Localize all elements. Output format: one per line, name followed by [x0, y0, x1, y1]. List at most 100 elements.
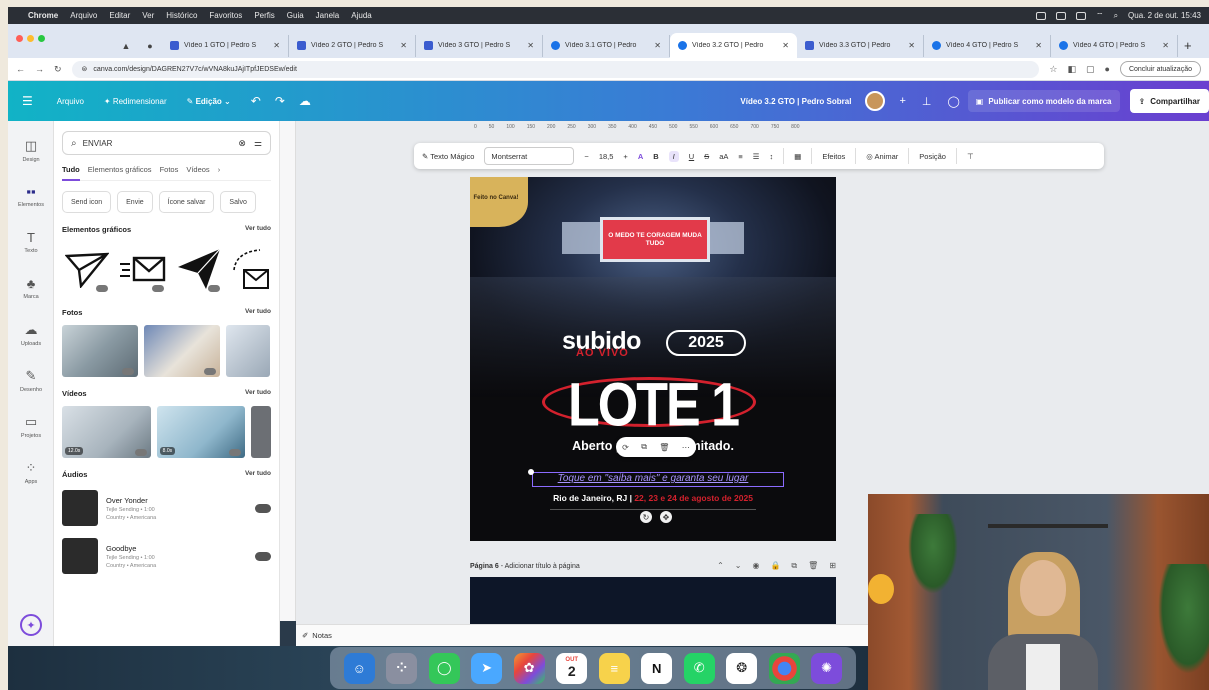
publish-template-button[interactable]: ▣ Publicar como modelo da marca: [967, 90, 1120, 112]
rotate-icon[interactable]: ↻: [640, 511, 652, 523]
location-dates-text[interactable]: Rio de Janeiro, RJ | 22, 23 e 24 de agos…: [470, 493, 836, 503]
finish-update-button[interactable]: Concluir atualização: [1119, 61, 1201, 77]
duplicate-page-icon[interactable]: ⧉: [791, 561, 797, 571]
paper-plane-outline-icon[interactable]: [62, 244, 112, 294]
cta-text[interactable]: Toque em "saiba mais" e garanta seu luga…: [470, 473, 836, 484]
menu-history[interactable]: Histórico: [166, 11, 197, 20]
analytics-icon[interactable]: ⊥: [922, 95, 932, 108]
launchpad-icon[interactable]: ⁘: [386, 652, 418, 684]
animate-button[interactable]: ◎ Animar: [866, 152, 898, 161]
suggestion-chip[interactable]: Ícone salvar: [158, 191, 215, 213]
cloud-saved-icon[interactable]: ☁: [299, 94, 311, 108]
browser-tab[interactable]: Vídeo 3.1 GTO | Pedro ✕: [543, 34, 670, 57]
duplicate-icon[interactable]: ⧉: [641, 442, 647, 452]
close-window-icon[interactable]: [16, 35, 23, 42]
rail-item-design[interactable]: ◫ Design: [8, 127, 54, 173]
filter-icon[interactable]: ⚌: [254, 138, 262, 149]
photos-icon[interactable]: ✿: [513, 652, 545, 684]
year-pill[interactable]: 2025: [666, 330, 746, 356]
forward-icon[interactable]: →: [35, 64, 44, 74]
finder-icon[interactable]: ☺: [343, 652, 375, 684]
align-icon[interactable]: ≡: [738, 152, 742, 161]
photo-thumbnail[interactable]: [144, 325, 220, 377]
chevron-up-icon[interactable]: ⌃: [717, 561, 724, 571]
bookmark-star-icon[interactable]: ☆: [1049, 64, 1057, 75]
italic-icon[interactable]: I: [668, 150, 679, 162]
menu-view[interactable]: Ver: [142, 11, 154, 20]
menu-profiles[interactable]: Perfis: [254, 11, 274, 20]
wifi-icon[interactable]: ⌔: [1096, 11, 1104, 21]
add-collaborator-icon[interactable]: +: [899, 95, 905, 107]
text-color-icon[interactable]: A: [638, 152, 643, 161]
suggestion-chip[interactable]: Envie: [117, 191, 153, 213]
see-all-link[interactable]: Ver tudo: [245, 470, 271, 479]
effects-button[interactable]: Efeitos: [822, 152, 845, 161]
design-page-6[interactable]: [470, 577, 836, 624]
reload-icon[interactable]: ↻: [54, 64, 62, 75]
tab-graphics[interactable]: Elementos gráficos: [88, 165, 152, 174]
browser-tab[interactable]: Vídeo 4 GTO | Pedro S ✕: [924, 34, 1051, 57]
add-page-icon[interactable]: ⊞: [829, 561, 836, 571]
see-all-link[interactable]: Ver tudo: [245, 225, 271, 234]
new-tab-icon[interactable]: +: [1184, 38, 1192, 53]
back-icon[interactable]: ←: [16, 64, 25, 74]
notes-app-icon[interactable]: ≡: [598, 652, 630, 684]
browser-tab[interactable]: Vídeo 1 GTO | Pedro S ✕: [162, 34, 289, 57]
decrease-size-icon[interactable]: −: [584, 152, 588, 161]
notion-icon[interactable]: N: [641, 652, 673, 684]
minimize-window-icon[interactable]: [27, 35, 34, 42]
case-icon[interactable]: aA: [719, 152, 728, 161]
calendar-icon[interactable]: OUT 2: [556, 652, 588, 684]
rail-item-projects[interactable]: ▭ Projetos: [8, 403, 54, 449]
more-icon[interactable]: ⋯: [682, 443, 690, 452]
suggestion-chip[interactable]: Send icon: [62, 191, 112, 213]
menu-tab[interactable]: Guia: [287, 11, 304, 20]
list-icon[interactable]: ☰: [753, 152, 760, 161]
maximize-window-icon[interactable]: [38, 35, 45, 42]
delete-page-icon[interactable]: 🗑: [808, 561, 818, 571]
underline-icon[interactable]: U: [689, 152, 694, 161]
brand-subtitle[interactable]: AO VIVO: [576, 347, 629, 359]
tab-all[interactable]: Tudo: [62, 165, 80, 181]
browser-tab[interactable]: Vídeo 4 GTO | Pedro S ✕: [1051, 34, 1178, 57]
browser-tab-active[interactable]: Vídeo 3.2 GTO | Pedro ✕: [670, 33, 797, 58]
whatsapp-icon[interactable]: ✆: [683, 652, 715, 684]
battery-icon[interactable]: [1076, 11, 1087, 20]
rail-item-elements[interactable]: ▪▪ Elementos: [8, 173, 54, 219]
notes-icon[interactable]: ✐: [302, 631, 308, 640]
rail-item-uploads[interactable]: ☁ Uploads: [8, 311, 54, 357]
share-button[interactable]: ⇪ Compartilhar: [1129, 89, 1209, 113]
comment-icon[interactable]: ◯: [947, 95, 959, 108]
clear-search-icon[interactable]: ⊗: [238, 138, 246, 149]
close-tab-icon[interactable]: ✕: [273, 41, 280, 50]
menu-edit[interactable]: Editar: [109, 11, 130, 20]
file-menu[interactable]: Arquivo: [57, 97, 84, 106]
lote-heading[interactable]: LOTE 1: [470, 370, 836, 441]
browser-tab[interactable]: Vídeo 2 GTO | Pedro S ✕: [289, 34, 416, 57]
redo-icon[interactable]: ↷: [275, 94, 285, 108]
chevron-right-icon[interactable]: ›: [218, 165, 221, 174]
menu-window[interactable]: Janela: [316, 11, 340, 20]
font-select[interactable]: Montserrat: [484, 147, 575, 165]
paper-plane-solid-icon[interactable]: [174, 244, 224, 294]
rail-item-brand[interactable]: ♣ Marca: [8, 265, 54, 311]
video-thumbnail[interactable]: [251, 406, 272, 458]
video-thumbnail[interactable]: 12.0s: [62, 406, 151, 458]
rail-item-apps[interactable]: ⁘ Apps: [8, 449, 54, 495]
eye-icon[interactable]: ◉: [752, 561, 759, 571]
reading-icon[interactable]: ▢: [1086, 64, 1095, 75]
close-tab-icon[interactable]: ✕: [1035, 41, 1042, 50]
menu-bookmarks[interactable]: Favoritos: [209, 11, 242, 20]
menu-icon[interactable]: ☰: [22, 94, 33, 108]
pinned-tab[interactable]: ●: [138, 35, 162, 57]
url-field[interactable]: ⊜ canva.com/design/DAGREN27V7c/wVNA8kuJA…: [71, 60, 1040, 78]
chrome-icon[interactable]: [768, 652, 800, 684]
menu-file[interactable]: Arquivo: [70, 11, 97, 20]
clock[interactable]: Qua. 2 de out. 15:43: [1128, 11, 1201, 20]
messages-icon[interactable]: ◯: [428, 652, 460, 684]
canva-icon[interactable]: ✺: [811, 652, 843, 684]
photo-thumbnail[interactable]: [62, 325, 138, 377]
magic-assistant-button[interactable]: ✦: [20, 614, 42, 636]
transparency-icon[interactable]: ▦: [794, 152, 801, 161]
video-thumbnail[interactable]: 8.0s: [156, 406, 246, 458]
